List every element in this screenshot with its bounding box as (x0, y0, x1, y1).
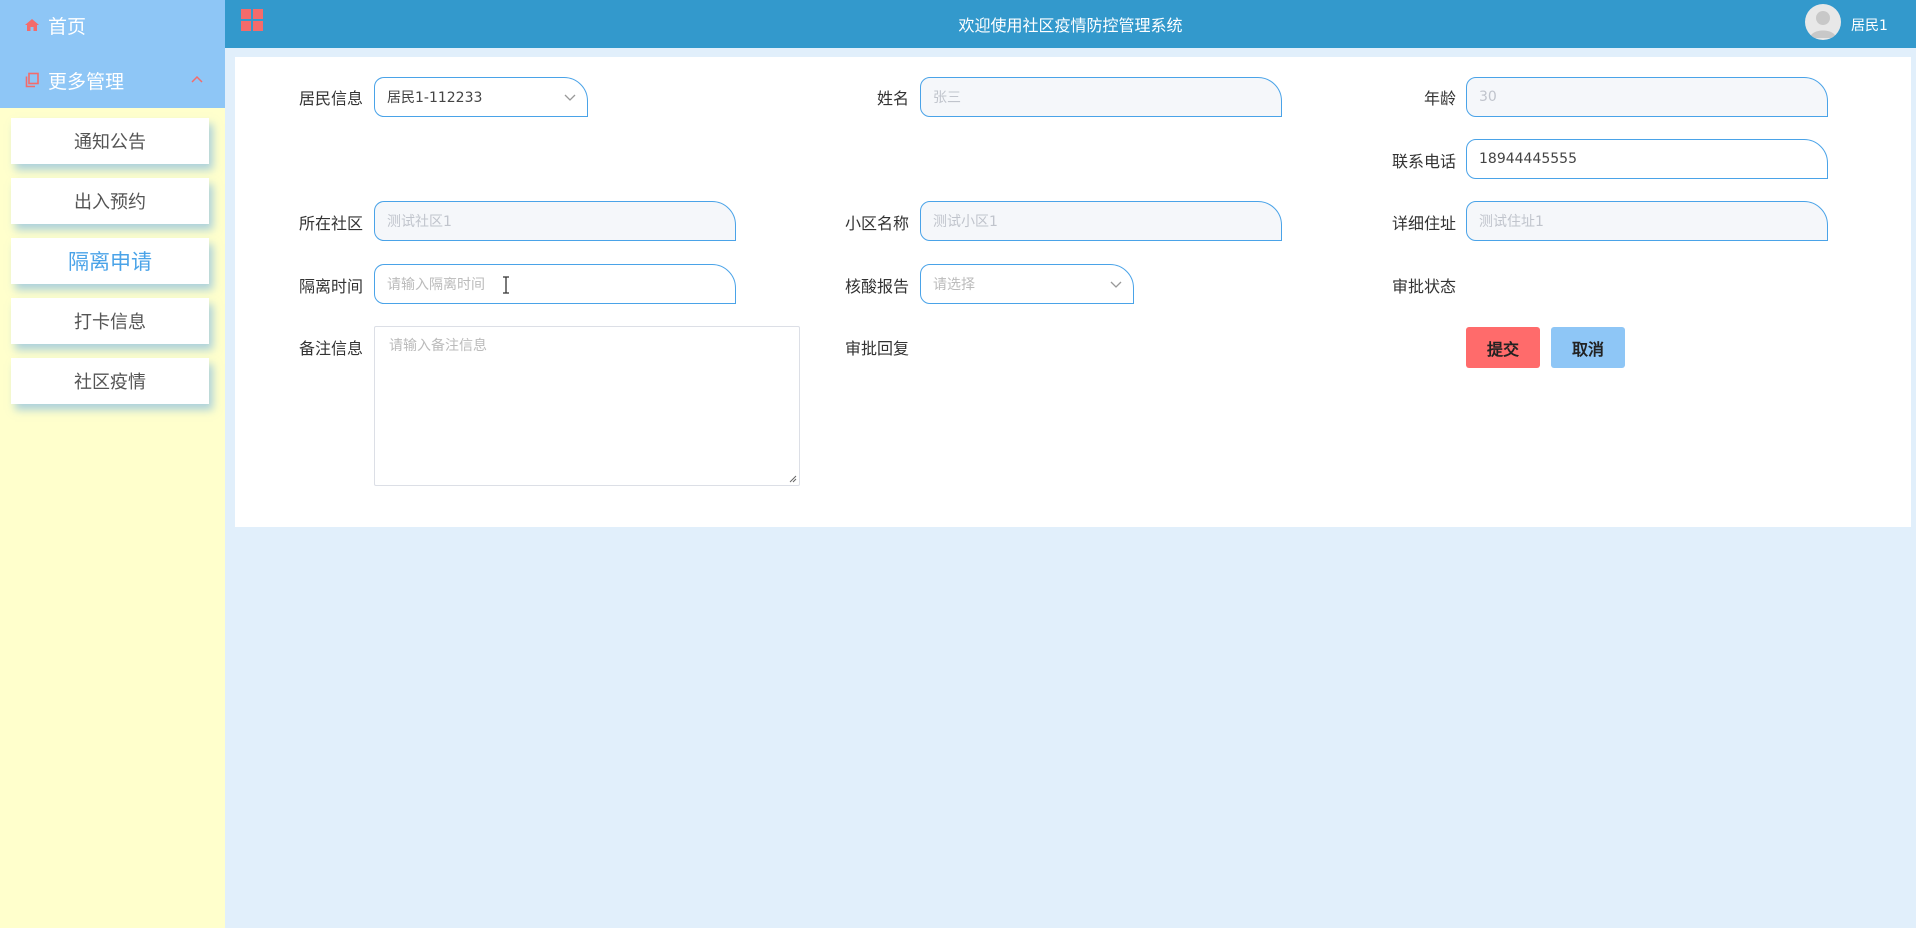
nav-more-management[interactable]: 更多管理 (24, 65, 204, 95)
age-field[interactable]: 30 (1466, 77, 1828, 117)
user-avatar-icon[interactable] (1805, 4, 1841, 40)
sidebar: 首页 更多管理 通知公告 出入预约 隔离申请 打卡信息 社区疫情 (0, 0, 225, 928)
address-label: 详细住址 (1391, 214, 1456, 233)
nucleic-report-placeholder: 请选择 (933, 277, 975, 293)
community-value: 测试社区1 (387, 214, 452, 230)
text-cursor-icon (503, 276, 509, 294)
phone-value: 18944445555 (1479, 151, 1577, 167)
chevron-down-icon (1110, 281, 1122, 288)
resident-info-label: 居民信息 (298, 89, 363, 108)
age-value: 30 (1479, 89, 1497, 105)
sidebar-item-label: 打卡信息 (74, 312, 146, 333)
username[interactable]: 居民1 (1851, 15, 1888, 35)
community-field[interactable]: 测试社区1 (374, 201, 736, 241)
sidebar-item-checkin-info[interactable]: 打卡信息 (11, 298, 209, 344)
sidebar-item-label: 通知公告 (74, 132, 146, 153)
app-title: 欢迎使用社区疫情防控管理系统 (958, 16, 1183, 35)
cancel-button[interactable]: 取消 (1551, 327, 1625, 368)
sidebar-item-label: 社区疫情 (74, 372, 146, 393)
estate-field[interactable]: 测试小区1 (920, 201, 1282, 241)
copy-icon (25, 72, 39, 88)
name-field[interactable]: 张三 (920, 77, 1282, 117)
nucleic-report-select[interactable]: 请选择 (920, 264, 1134, 304)
name-value: 张三 (933, 90, 961, 106)
remark-placeholder: 请输入备注信息 (389, 338, 487, 354)
nucleic-report-label: 核酸报告 (844, 277, 909, 296)
phone-label: 联系电话 (1391, 152, 1456, 171)
resident-info-value: 居民1-112233 (387, 90, 483, 106)
sidebar-item-label: 隔离申请 (68, 250, 152, 274)
sidebar-item-entry-reservation[interactable]: 出入预约 (11, 178, 209, 224)
sidebar-item-community-epidemic[interactable]: 社区疫情 (11, 358, 209, 404)
phone-field[interactable]: 18944445555 (1466, 139, 1828, 179)
sidebar-item-label: 出入预约 (74, 192, 146, 213)
approval-reply-label: 审批回复 (844, 339, 909, 358)
remark-label: 备注信息 (298, 339, 363, 358)
address-field[interactable]: 测试住址1 (1466, 201, 1828, 241)
sidebar-item-notice[interactable]: 通知公告 (11, 118, 209, 164)
community-label: 所在社区 (298, 214, 363, 233)
resize-handle-icon[interactable] (789, 475, 797, 483)
top-header: 欢迎使用社区疫情防控管理系统 居民1 (225, 0, 1916, 48)
name-label: 姓名 (876, 89, 909, 108)
nav-home[interactable]: 首页 (24, 10, 86, 40)
home-icon (25, 19, 39, 31)
nav-home-label: 首页 (48, 15, 87, 38)
chevron-down-icon (564, 94, 576, 101)
isolation-time-placeholder: 请输入隔离时间 (387, 277, 485, 293)
nav-more-label: 更多管理 (48, 70, 125, 93)
estate-value: 测试小区1 (933, 214, 998, 230)
isolation-time-label: 隔离时间 (298, 277, 363, 296)
isolation-form: 居民信息 居民1-112233 姓名 张三 年龄 30 联系电话 1894444… (235, 57, 1911, 527)
address-value: 测试住址1 (1479, 214, 1544, 230)
age-label: 年龄 (1423, 89, 1456, 108)
isolation-time-input[interactable]: 请输入隔离时间 (374, 264, 736, 304)
resident-info-select[interactable]: 居民1-112233 (374, 77, 588, 117)
remark-textarea[interactable]: 请输入备注信息 (374, 326, 800, 486)
sidebar-item-isolation-request[interactable]: 隔离申请 (11, 238, 209, 284)
sidebar-top-menu: 首页 更多管理 (0, 0, 225, 108)
approval-status-label: 审批状态 (1391, 277, 1456, 296)
submit-button[interactable]: 提交 (1466, 327, 1540, 368)
chevron-up-icon (191, 75, 203, 83)
estate-label: 小区名称 (844, 214, 909, 233)
